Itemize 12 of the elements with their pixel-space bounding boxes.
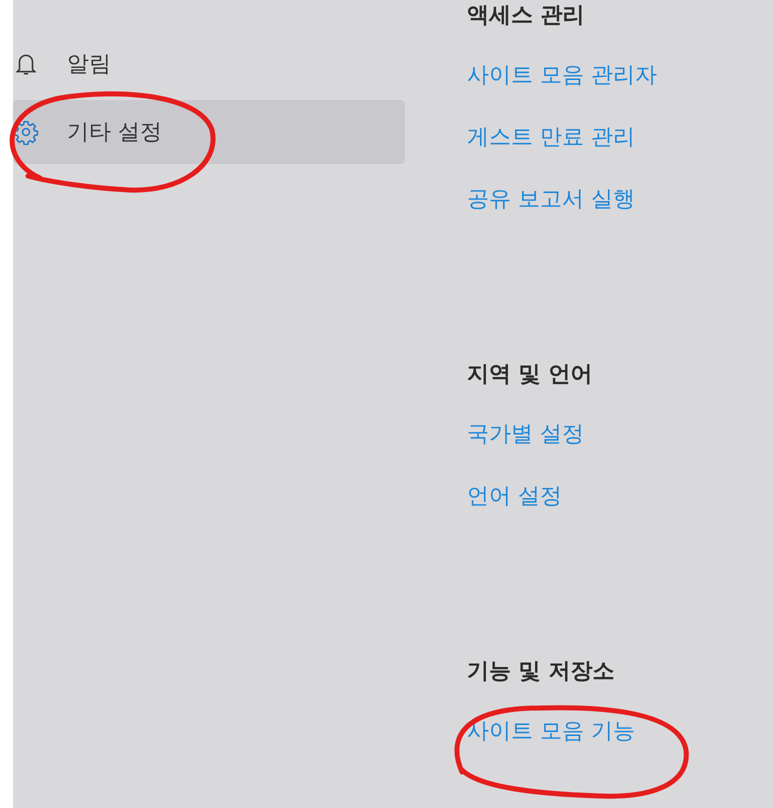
settings-link[interactable]: 사이트 모음 기능	[467, 714, 635, 748]
settings-link[interactable]: 국가별 설정	[467, 418, 584, 450]
settings-icon	[13, 119, 39, 145]
settings-link[interactable]: 사이트 모음 관리자	[467, 58, 657, 92]
settings-link[interactable]: 공유 보고서 실행	[467, 182, 635, 216]
settings-link[interactable]: 게스트 만료 관리	[467, 120, 635, 154]
sidebar-item[interactable]: 알림	[13, 32, 405, 96]
settings-link[interactable]: 언어 설정	[467, 480, 562, 512]
section-heading: 지역 및 언어	[467, 360, 594, 388]
section-heading: 액세스 관리	[467, 2, 586, 30]
section-heading: 기능 및 저장소	[467, 658, 616, 686]
sidebar-item[interactable]: 기타 설정	[13, 100, 405, 164]
